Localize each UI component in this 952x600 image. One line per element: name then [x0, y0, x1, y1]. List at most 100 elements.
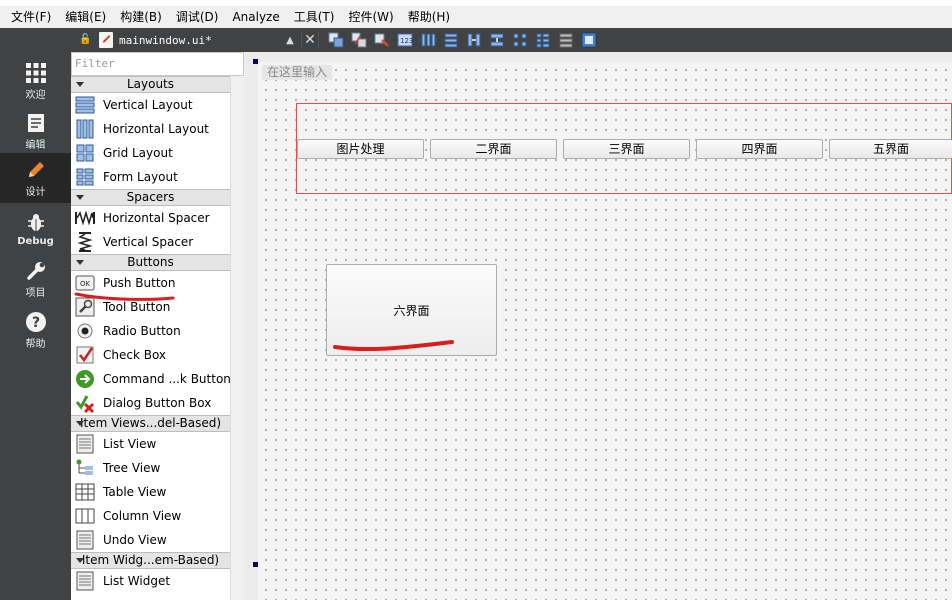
mode-debug[interactable]: Debug	[0, 204, 71, 254]
widget-undo-view[interactable]: Undo View	[71, 528, 230, 552]
widget-label: Push Button	[103, 276, 176, 290]
menu-analyze[interactable]: Analyze	[225, 6, 286, 28]
second-screen-button[interactable]: 二界面	[430, 139, 557, 159]
mode-projects[interactable]: 项目	[0, 254, 71, 304]
category-label: Layouts	[126, 77, 175, 91]
layout-horizontal-icon[interactable]	[419, 32, 437, 48]
command-link-arrow-icon	[75, 369, 95, 389]
widget-grid-layout[interactable]: Grid Layout	[71, 141, 230, 165]
fifth-screen-button[interactable]: 五界面	[829, 139, 952, 159]
widget-list-widget[interactable]: List Widget	[71, 569, 230, 593]
image-processing-button[interactable]: 图片处理	[297, 139, 424, 159]
widget-form-layout[interactable]: Form Layout	[71, 165, 230, 189]
collapse-arrow-icon	[76, 421, 84, 426]
open-file-selector[interactable]: 🔓 mainwindow.ui*	[71, 28, 251, 52]
menu-tools[interactable]: 工具(T)	[287, 6, 342, 28]
vertical-layout-icon	[75, 95, 95, 115]
category-label: Spacers	[126, 190, 175, 204]
svg-text:?: ?	[31, 315, 39, 331]
widget-dialog-button-box[interactable]: Dialog Button Box	[71, 391, 230, 415]
widget-filter-input[interactable]: Filter	[71, 52, 244, 76]
lock-icon[interactable]: 🔓	[79, 34, 91, 46]
mode-help[interactable]: ? 帮助	[0, 305, 71, 355]
widget-label: List Widget	[103, 574, 171, 588]
category-buttons[interactable]: Buttons	[71, 254, 230, 271]
widget-vertical-layout[interactable]: Vertical Layout	[71, 93, 230, 117]
tree-view-icon	[75, 458, 95, 478]
layout-vertical-icon[interactable]	[442, 32, 460, 48]
help-icon: ?	[25, 311, 46, 332]
layout-grid-icon[interactable]	[511, 32, 529, 48]
wrench-icon	[26, 261, 45, 280]
close-document-icon[interactable]: ✕	[301, 32, 319, 48]
adjust-size-icon[interactable]	[580, 32, 598, 48]
sixth-screen-button[interactable]: 六界面	[326, 264, 497, 356]
mode-edit-label: 编辑	[25, 139, 46, 151]
file-dropdown-arrows-icon[interactable]: ▲	[283, 35, 297, 46]
menu-build[interactable]: 构建(B)	[113, 6, 169, 28]
layout-vertical-splitter-icon[interactable]	[488, 32, 506, 48]
widget-label: Table View	[103, 485, 167, 499]
widget-list-view[interactable]: List View	[71, 432, 230, 456]
widget-label: Tool Button	[103, 300, 171, 314]
layout-horizontal-splitter-icon[interactable]	[465, 32, 483, 48]
category-item-widgets[interactable]: Item Widg...em-Based)	[71, 552, 230, 569]
file-name: mainwindow.ui*	[119, 33, 212, 47]
bug-icon	[27, 213, 44, 231]
form-editor-tools: 123	[327, 32, 598, 48]
menu-file[interactable]: 文件(F)	[4, 6, 58, 28]
category-label: Item Views...del-Based)	[79, 416, 222, 430]
widget-vertical-spacer[interactable]: Vertical Spacer	[71, 230, 230, 254]
fourth-screen-button[interactable]: 四界面	[696, 139, 823, 159]
widget-tool-button[interactable]: Tool Button	[71, 295, 230, 319]
selection-handle[interactable]	[253, 59, 258, 64]
widget-label: Command ...k Button	[103, 372, 230, 386]
widget-check-box[interactable]: Check Box	[71, 343, 230, 367]
widget-horizontal-spacer[interactable]: Horizontal Spacer	[71, 206, 230, 230]
category-spacers[interactable]: Spacers	[71, 189, 230, 206]
mode-design-label: 设计	[25, 186, 46, 198]
selection-handle[interactable]	[253, 562, 258, 567]
widget-label: Tree View	[103, 461, 161, 475]
menu-controls[interactable]: 控件(W)	[341, 6, 400, 28]
grid-layout-icon	[75, 143, 95, 163]
category-layouts[interactable]: Layouts	[71, 76, 230, 93]
widget-tree-view[interactable]: Tree View	[71, 456, 230, 480]
menu-edit[interactable]: 编辑(E)	[58, 6, 113, 28]
mode-design[interactable]: 设计	[0, 153, 71, 203]
edit-tab-order-icon[interactable]: 123	[396, 32, 414, 48]
widget-label: Radio Button	[103, 324, 181, 338]
widget-label: Vertical Layout	[103, 98, 193, 112]
widget-label: Column View	[103, 509, 182, 523]
edit-signals-slots-icon[interactable]	[350, 32, 368, 48]
menu-help[interactable]: 帮助(H)	[401, 6, 457, 28]
table-view-icon	[75, 482, 95, 502]
edit-widgets-icon[interactable]	[327, 32, 345, 48]
widget-command-link-button[interactable]: Command ...k Button	[71, 367, 230, 391]
collapse-arrow-icon	[76, 558, 84, 563]
widget-horizontal-layout[interactable]: Horizontal Layout	[71, 117, 230, 141]
svg-text:123: 123	[400, 37, 413, 45]
category-item-views[interactable]: Item Views...del-Based)	[71, 415, 230, 432]
layout-form-icon[interactable]	[534, 32, 552, 48]
list-widget-icon	[75, 571, 95, 591]
horizontal-layout-icon	[75, 119, 95, 139]
widget-label: List View	[103, 437, 157, 451]
mode-welcome[interactable]: 欢迎	[0, 56, 71, 106]
widget-label: Form Layout	[103, 170, 178, 184]
mode-help-label: 帮助	[25, 338, 46, 350]
widget-radio-button[interactable]: Radio Button	[71, 319, 230, 343]
menu-debug[interactable]: 调试(D)	[169, 6, 226, 28]
widget-list-scrollbar[interactable]	[230, 76, 244, 600]
third-screen-button[interactable]: 三界面	[563, 139, 690, 159]
widget-column-view[interactable]: Column View	[71, 504, 230, 528]
widget-push-button[interactable]: OK Push Button	[71, 271, 230, 295]
edit-buddies-icon[interactable]	[373, 32, 391, 48]
mode-edit[interactable]: 编辑	[0, 106, 71, 156]
menu-type-here-input[interactable]: 在这里输入	[262, 65, 333, 80]
collapse-arrow-icon	[76, 260, 84, 265]
widget-label: Grid Layout	[103, 146, 173, 160]
collapse-arrow-icon	[76, 195, 84, 200]
break-layout-icon[interactable]	[557, 32, 575, 48]
widget-table-view[interactable]: Table View	[71, 480, 230, 504]
